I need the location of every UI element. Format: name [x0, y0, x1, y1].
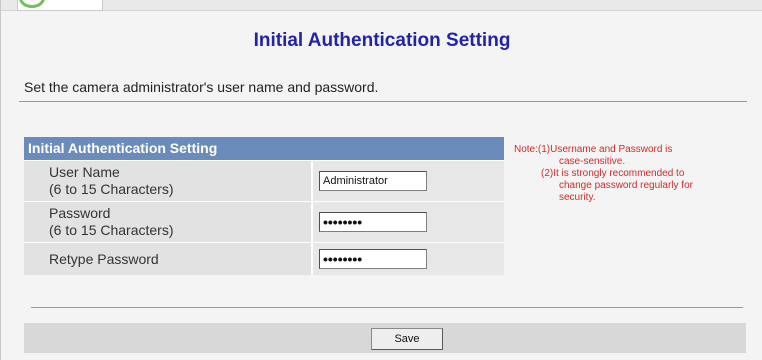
note-line-2: case-sensitive.	[559, 156, 626, 167]
username-input[interactable]	[319, 171, 427, 191]
intro-text: Set the camera administrator's user name…	[24, 79, 379, 95]
username-label-hint: (6 to 15 Characters)	[49, 181, 174, 197]
password-label: Password (6 to 15 Characters)	[24, 202, 313, 242]
page-title: Initial Authentication Setting	[253, 30, 511, 51]
browser-top-bar	[1, 0, 762, 11]
row-username: User Name (6 to 15 Characters)	[24, 160, 504, 201]
divider-top	[19, 101, 747, 102]
password-input[interactable]	[319, 212, 427, 232]
save-button[interactable]: Save	[371, 328, 443, 350]
password-label-main: Password	[49, 205, 111, 221]
username-input-cell	[313, 161, 504, 201]
row-password: Password (6 to 15 Characters)	[24, 201, 504, 242]
note-line-5: security.	[559, 192, 596, 203]
retype-password-label-main: Retype Password	[49, 251, 159, 267]
note-line-3: (2)It is strongly recommended to	[541, 168, 685, 179]
form-header: Initial Authentication Setting	[24, 137, 504, 160]
retype-password-input[interactable]	[319, 249, 427, 269]
password-input-cell	[313, 202, 504, 242]
save-bar: Save	[24, 323, 746, 353]
page: Initial Authentication Setting Set the c…	[0, 0, 762, 360]
retype-password-input-cell	[313, 243, 504, 275]
password-label-hint: (6 to 15 Characters)	[49, 222, 174, 238]
note-line-1: Note:(1)Username and Password is	[514, 144, 673, 155]
row-retype-password: Retype Password	[24, 242, 504, 275]
note-line-4: change password regularly for	[559, 180, 693, 191]
auth-form: Initial Authentication Setting User Name…	[24, 137, 504, 275]
username-label-main: User Name	[49, 164, 120, 180]
username-label: User Name (6 to 15 Characters)	[24, 161, 313, 201]
retype-password-label: Retype Password	[24, 243, 313, 275]
divider-bottom	[31, 307, 743, 308]
